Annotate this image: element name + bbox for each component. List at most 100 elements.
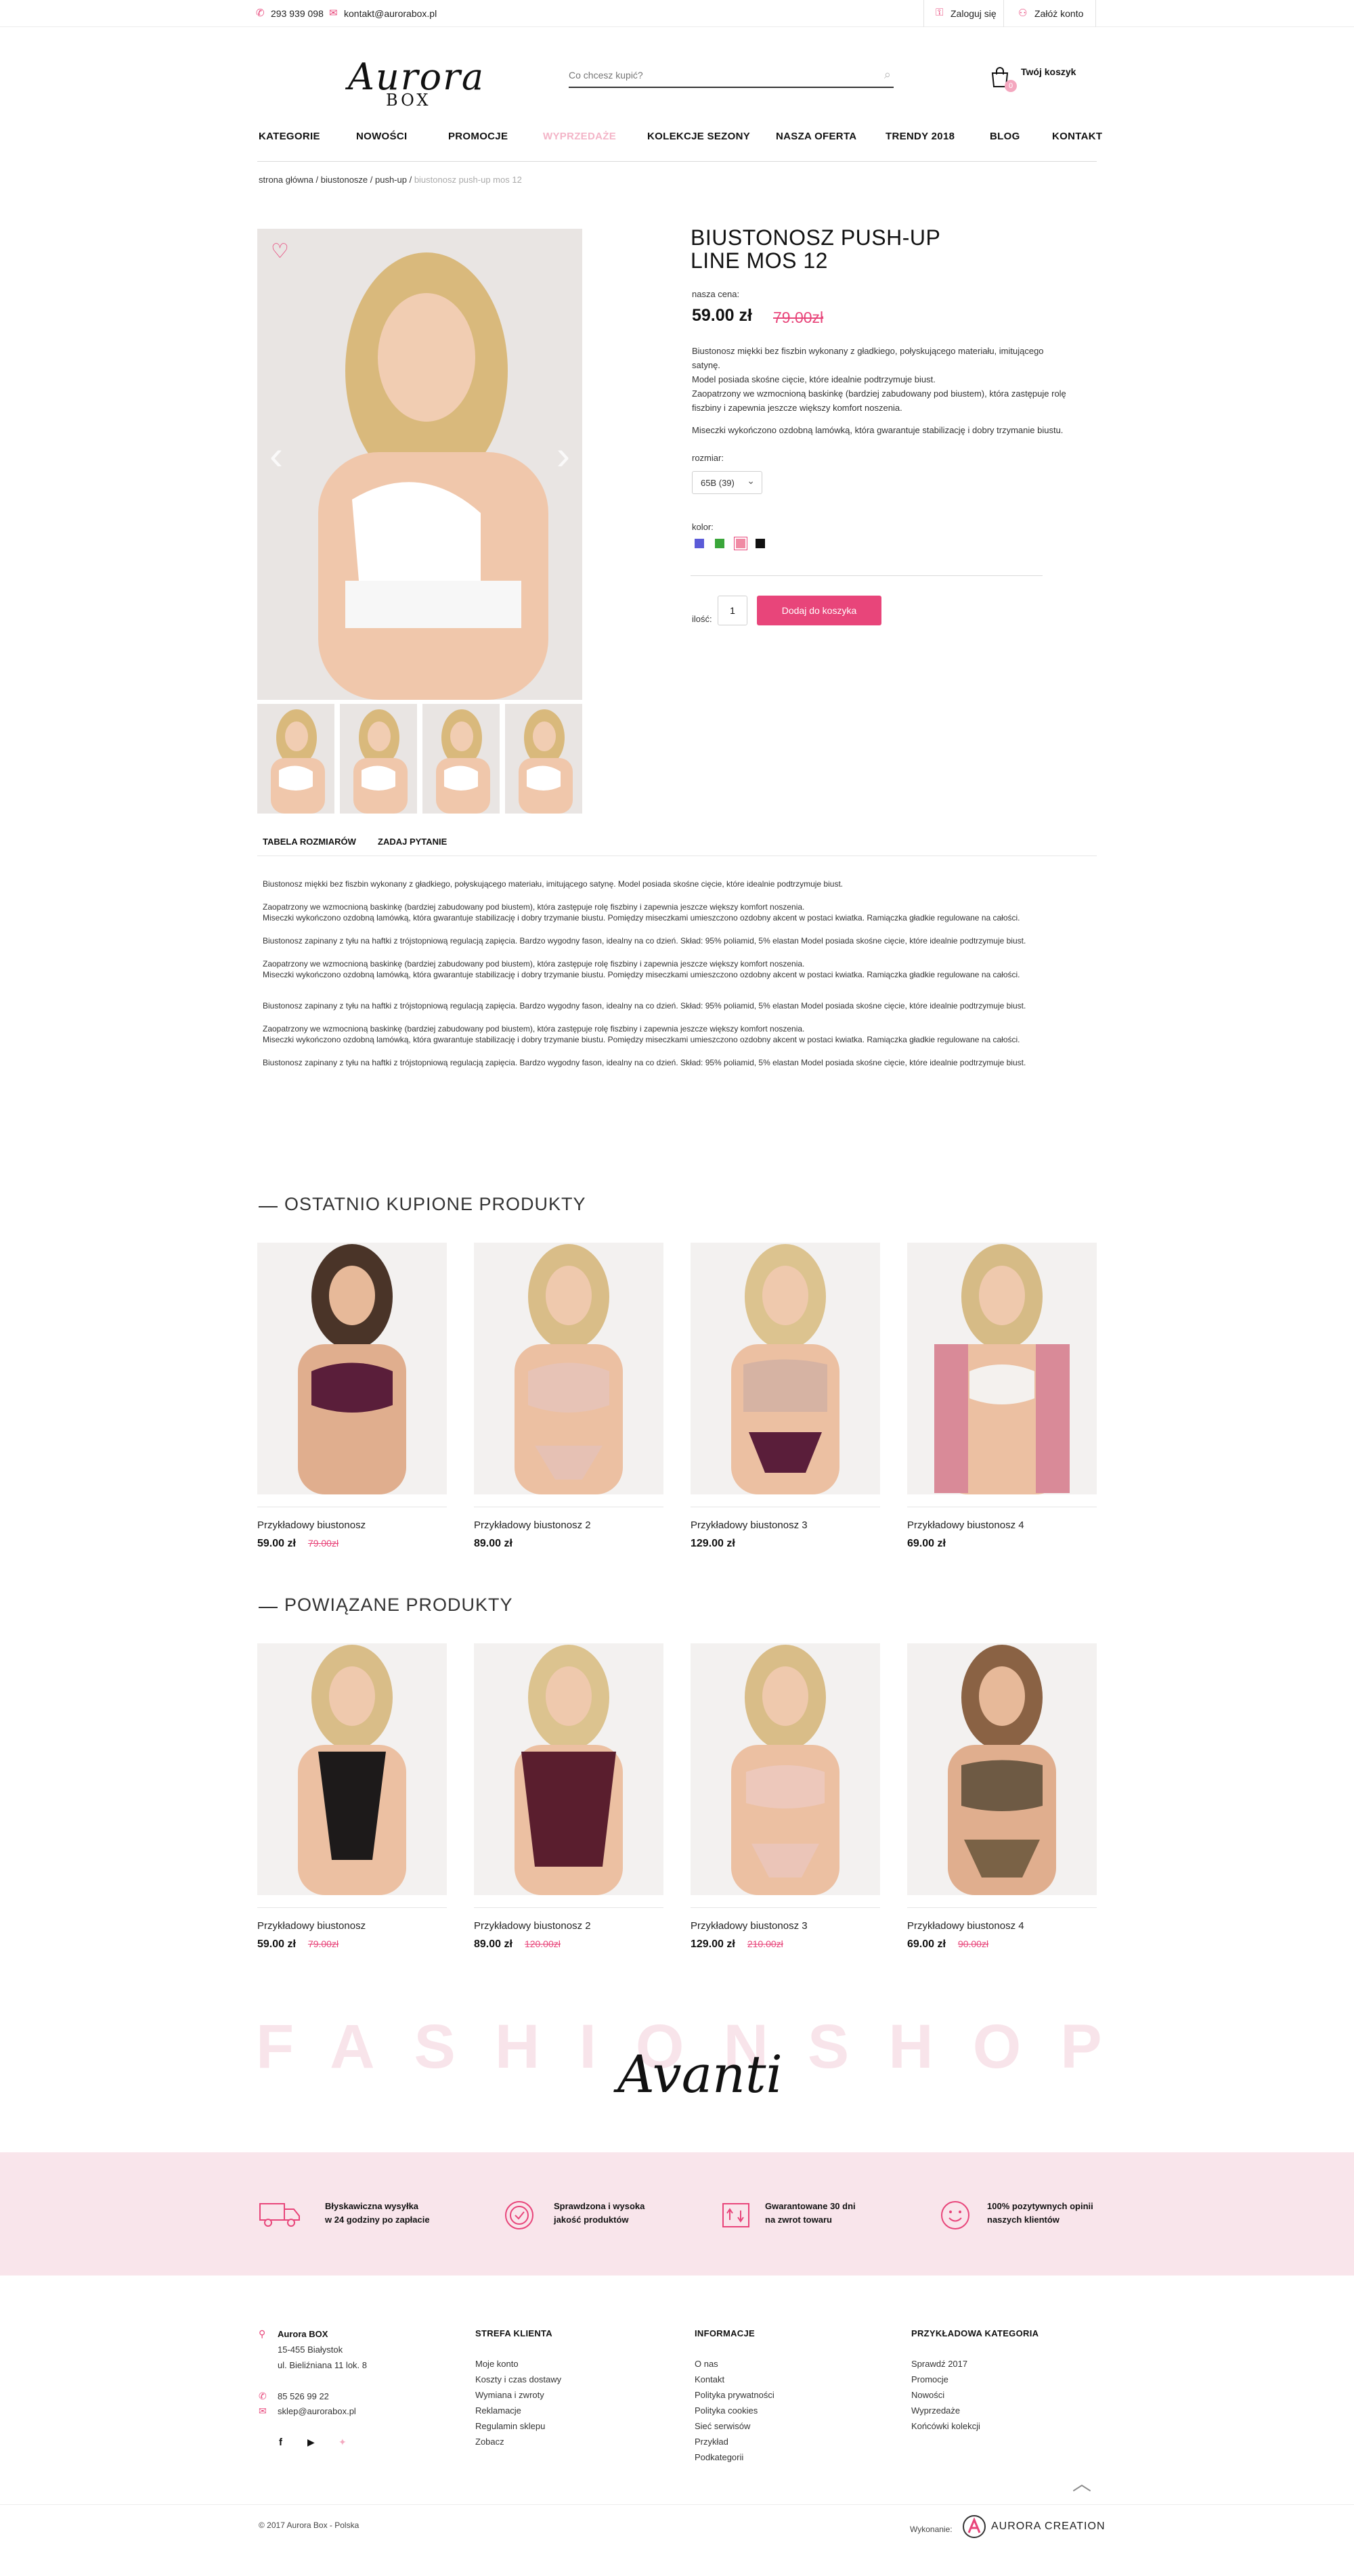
youtube-icon[interactable]: ▶ <box>307 2437 315 2448</box>
phone-icon: ✆ <box>256 7 265 19</box>
avanti-logo[interactable]: Avanti <box>617 2044 783 2104</box>
feature-line: Błyskawiczna wysyłka <box>325 2201 419 2211</box>
nav-blog[interactable]: BLOG <box>990 131 1020 142</box>
logo-subtext: BOX <box>386 91 431 110</box>
add-to-cart-button[interactable]: Dodaj do koszyka <box>757 596 881 625</box>
product-card-image[interactable] <box>474 1643 663 1895</box>
nav-nowosci[interactable]: NOWOŚCI <box>356 131 407 142</box>
cart-count-badge: 0 <box>1005 80 1017 92</box>
footer-link[interactable]: Reklamacje <box>475 2403 561 2418</box>
color-swatch-blue[interactable] <box>695 539 704 548</box>
product-card-image[interactable] <box>907 1243 1097 1494</box>
product-card-price: 89.00 zł <box>474 1538 512 1549</box>
product-card[interactable]: Przykładowy biustonosz 2 89.00 zł <box>474 1243 663 1550</box>
product-card-name[interactable]: Przykładowy biustonosz <box>257 1920 447 1932</box>
color-swatch-pink[interactable] <box>734 537 747 550</box>
product-card-image[interactable] <box>907 1643 1097 1895</box>
footer-link[interactable]: Promocje <box>911 2372 1039 2387</box>
footer-company: Aurora BOX <box>278 2329 328 2339</box>
product-card-old-price: 79.00zł <box>307 1538 339 1549</box>
product-card-image[interactable] <box>257 1643 447 1895</box>
scroll-top-icon[interactable]: ︿ <box>1072 2469 1091 2496</box>
product-card[interactable]: Przykładowy biustonosz 59.00 zł 79.00zł <box>257 1243 447 1550</box>
footer-link[interactable]: Podkategorii <box>695 2449 774 2465</box>
footer-link[interactable]: Kontakt <box>695 2372 774 2387</box>
product-card-image[interactable] <box>474 1243 663 1494</box>
product-thumbnail[interactable] <box>505 704 582 814</box>
product-card-name[interactable]: Przykładowy biustonosz 3 <box>691 1920 880 1932</box>
footer-address: ul. Bieliźniana 11 lok. 8 <box>278 2360 368 2370</box>
description-paragraph: Zaopatrzony we wzmocnioną baskinkę (bard… <box>263 959 805 969</box>
footer-phone[interactable]: 85 526 99 22 <box>278 2389 329 2404</box>
product-card-name[interactable]: Przykładowy biustonosz 2 <box>474 1920 663 1932</box>
tab-ask-question[interactable]: ZADAJ PYTANIE <box>378 837 447 847</box>
product-card-name[interactable]: Przykładowy biustonosz 4 <box>907 1519 1097 1531</box>
product-card[interactable]: Przykładowy biustonosz 3 129.00 zł 210.00… <box>691 1643 880 1951</box>
nav-kategorie[interactable]: KATEGORIE <box>259 131 320 142</box>
nav-promocje[interactable]: PROMOCJE <box>448 131 508 142</box>
product-thumbnail[interactable] <box>257 704 334 814</box>
product-card-name[interactable]: Przykładowy biustonosz 4 <box>907 1920 1097 1932</box>
product-card[interactable]: Przykładowy biustonosz 4 69.00 zł 90.00zł <box>907 1643 1097 1951</box>
tab-size-table[interactable]: TABELA ROZMIARÓW <box>263 837 356 847</box>
logo[interactable]: Aurora BOX <box>348 55 483 110</box>
topbar-email[interactable]: kontakt@aurorabox.pl <box>344 8 437 19</box>
footer-link[interactable]: Polityka prywatności <box>695 2387 774 2403</box>
product-title: BIUSTONOSZ PUSH-UP LINE MOS 12 <box>691 226 940 272</box>
return-box-icon <box>722 2203 749 2227</box>
color-swatch-black[interactable] <box>756 539 765 548</box>
product-card-image[interactable] <box>691 1243 880 1494</box>
footer-link[interactable]: Końcówki kolekcji <box>911 2418 1039 2434</box>
chevron-left-icon[interactable]: ‹ <box>269 432 283 479</box>
register-link[interactable]: Załóż konto <box>1034 8 1083 19</box>
footer-email[interactable]: sklep@aurorabox.pl <box>278 2403 356 2419</box>
footer-link[interactable]: Zobacz <box>475 2434 561 2449</box>
size-select[interactable]: 65B (39) ⌄ <box>692 471 762 494</box>
cart[interactable]: 0 Twój koszyk <box>990 65 1125 99</box>
product-card-name[interactable]: Przykładowy biustonosz 2 <box>474 1519 663 1531</box>
footer-link[interactable]: Koszty i czas dostawy <box>475 2372 561 2387</box>
topbar-phone[interactable]: 293 939 098 <box>271 8 324 19</box>
product-card[interactable]: Przykładowy biustonosz 2 89.00 zł 120.00z… <box>474 1643 663 1951</box>
nav-wyprzedaze[interactable]: WYPRZEDAŻE <box>543 131 616 142</box>
facebook-icon[interactable]: f <box>279 2437 282 2448</box>
product-card-image[interactable] <box>691 1643 880 1895</box>
quantity-input[interactable]: 1 <box>718 596 747 625</box>
nav-kontakt[interactable]: KONTAKT <box>1052 131 1102 142</box>
breadcrumb-current: biustonosz push-up mos 12 <box>414 175 522 185</box>
footer-link[interactable]: Nowości <box>911 2387 1039 2403</box>
footer-link[interactable]: Moje konto <box>475 2356 561 2372</box>
product-card-price: 59.00 zł <box>257 1538 296 1549</box>
product-thumbnail[interactable] <box>340 704 417 814</box>
product-card[interactable]: Przykładowy biustonosz 59.00 zł 79.00zł <box>257 1643 447 1951</box>
chevron-right-icon[interactable]: › <box>556 432 570 479</box>
product-main-image[interactable]: ♡ ‹ › <box>257 229 582 700</box>
nav-trendy[interactable]: TRENDY 2018 <box>886 131 955 142</box>
product-card-old-price: 90.00zł <box>957 1938 989 1949</box>
twitter-icon[interactable]: ✦ <box>338 2437 347 2448</box>
nav-oferta[interactable]: NASZA OFERTA <box>776 131 856 142</box>
footer-link[interactable]: Regulamin sklepu <box>475 2418 561 2434</box>
quantity-label: ilość: <box>692 614 712 624</box>
color-swatch-green[interactable] <box>715 539 724 548</box>
footer-link[interactable]: Polityka cookies <box>695 2403 774 2418</box>
nav-kolekcje[interactable]: KOLEKCJE SEZONY <box>647 131 750 142</box>
product-card-name[interactable]: Przykładowy biustonosz 3 <box>691 1519 880 1531</box>
footer-link[interactable]: Sieć serwisów <box>695 2418 774 2434</box>
heart-icon[interactable]: ♡ <box>271 240 289 263</box>
footer-link[interactable]: Wymiana i zwroty <box>475 2387 561 2403</box>
product-thumbnail[interactable] <box>422 704 500 814</box>
description-paragraph: Biustonosz miękki bez fiszbin wykonany z… <box>263 879 844 889</box>
product-card-name[interactable]: Przykładowy biustonosz <box>257 1519 447 1531</box>
product-card[interactable]: Przykładowy biustonosz 4 69.00 zł <box>907 1243 1097 1550</box>
search-icon[interactable]: ⌕ <box>884 68 891 82</box>
search-input[interactable] <box>569 65 860 85</box>
footer-link[interactable]: Przykład <box>695 2434 774 2449</box>
footer-link[interactable]: O nas <box>695 2356 774 2372</box>
footer-link[interactable]: Wyprzedaże <box>911 2403 1039 2418</box>
breadcrumb-path[interactable]: strona główna / biustonosze / push-up / <box>259 175 414 185</box>
product-card[interactable]: Przykładowy biustonosz 3 129.00 zł <box>691 1243 880 1550</box>
product-card-image[interactable] <box>257 1243 447 1494</box>
footer-link[interactable]: Sprawdź 2017 <box>911 2356 1039 2372</box>
login-link[interactable]: Zaloguj się <box>951 8 997 19</box>
